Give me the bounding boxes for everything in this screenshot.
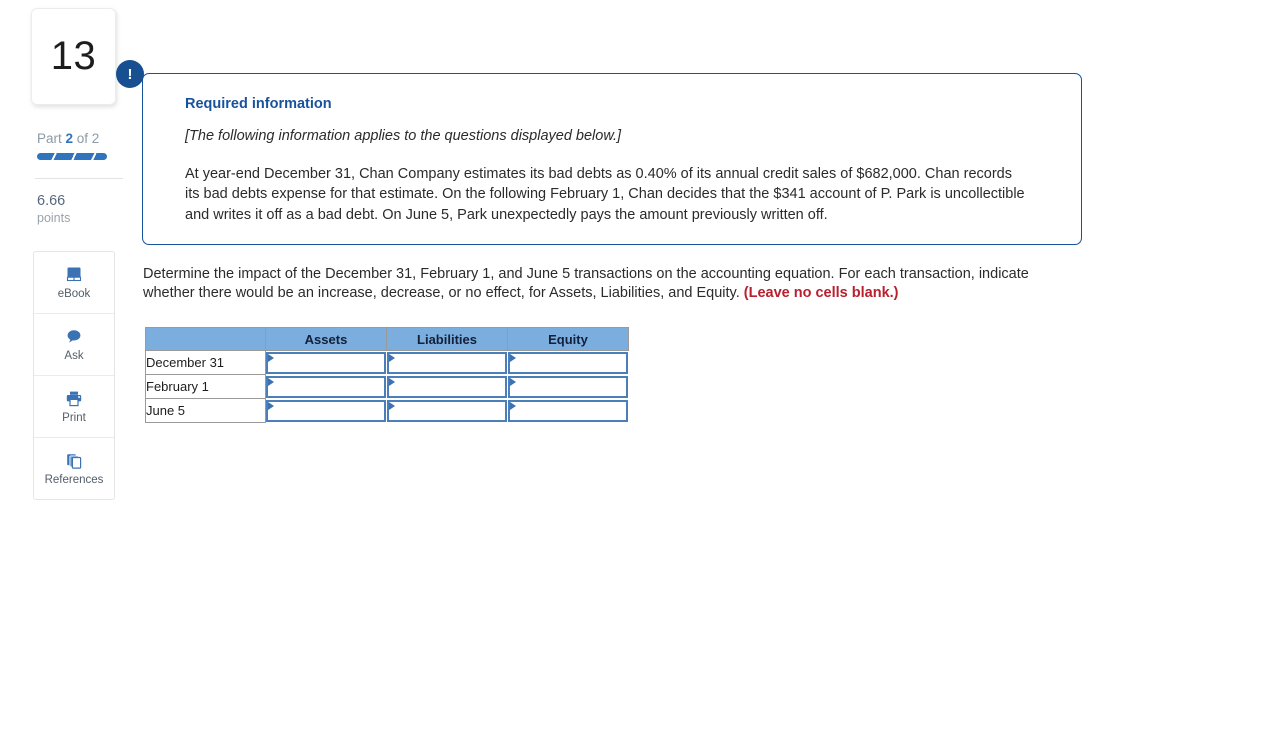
triangle-marker-icon bbox=[509, 353, 516, 362]
dropdown-cell[interactable] bbox=[507, 399, 628, 422]
question-number-card: 13 bbox=[31, 8, 116, 105]
required-information-note: [The following information applies to th… bbox=[185, 128, 622, 144]
points-value: 6.66 bbox=[37, 193, 66, 209]
required-information-box: ! Required information [The following in… bbox=[116, 60, 1082, 245]
required-information-title: Required information bbox=[185, 96, 332, 112]
part-current: 2 bbox=[65, 131, 74, 146]
triangle-marker-icon bbox=[509, 377, 516, 386]
dropdown-cell[interactable] bbox=[386, 375, 507, 398]
chat-bubble-icon bbox=[64, 327, 84, 347]
triangle-marker-icon bbox=[268, 353, 274, 362]
cell-february-1-equity[interactable] bbox=[507, 374, 629, 399]
triangle-marker-icon bbox=[509, 401, 516, 410]
printer-icon bbox=[64, 389, 84, 409]
triangle-marker-icon bbox=[268, 401, 274, 410]
dropdown-cell[interactable] bbox=[507, 375, 628, 398]
question-prompt-warning: (Leave no cells blank.) bbox=[743, 284, 899, 301]
table-header-equity: Equity bbox=[507, 327, 629, 351]
table-corner-header bbox=[145, 327, 266, 351]
row-label-december-31: December 31 bbox=[145, 350, 266, 375]
sidebar-divider bbox=[35, 178, 123, 179]
cell-december-31-liabilities[interactable] bbox=[386, 350, 508, 375]
exclamation-badge-icon: ! bbox=[116, 60, 144, 88]
cell-june-5-equity[interactable] bbox=[507, 398, 629, 423]
dropdown-cell[interactable] bbox=[266, 351, 386, 374]
required-information-body: At year-end December 31, Chan Company es… bbox=[185, 166, 1025, 223]
triangle-marker-icon bbox=[388, 401, 395, 410]
accounting-equation-table: Assets Liabilities Equity December 31 Fe… bbox=[145, 327, 629, 423]
dropdown-cell[interactable] bbox=[386, 351, 507, 374]
tool-references-label: References bbox=[44, 473, 104, 486]
question-number: 13 bbox=[50, 34, 97, 78]
cell-june-5-liabilities[interactable] bbox=[386, 398, 508, 423]
triangle-marker-icon bbox=[388, 377, 395, 386]
copy-pages-icon bbox=[64, 451, 84, 471]
tool-ask-label: Ask bbox=[64, 349, 84, 362]
table-header-row: Assets Liabilities Equity bbox=[145, 327, 629, 351]
part-indicator: Part 2 of 2 bbox=[31, 131, 116, 146]
row-label-june-5: June 5 bbox=[145, 398, 266, 423]
dropdown-cell[interactable] bbox=[507, 351, 628, 374]
table-row: February 1 bbox=[145, 374, 629, 399]
table-header-assets: Assets bbox=[265, 327, 387, 351]
cell-december-31-equity[interactable] bbox=[507, 350, 629, 375]
tool-ebook-label: eBook bbox=[57, 287, 91, 300]
tool-ask[interactable]: Ask bbox=[34, 314, 114, 376]
cell-december-31-assets[interactable] bbox=[265, 350, 387, 375]
table-header-liabilities: Liabilities bbox=[386, 327, 508, 351]
table-row: December 31 bbox=[145, 350, 629, 375]
dropdown-cell[interactable] bbox=[386, 399, 507, 422]
tool-print-label: Print bbox=[62, 411, 86, 424]
dropdown-cell[interactable] bbox=[266, 399, 386, 422]
points-label: points bbox=[37, 210, 71, 225]
question-sidebar: 13 Part 2 of 2 6.66 points eBook Ask Pri… bbox=[31, 8, 123, 500]
part-prefix: Part bbox=[37, 131, 66, 146]
question-prompt: Determine the impact of the December 31,… bbox=[143, 265, 1048, 302]
cell-february-1-assets[interactable] bbox=[265, 374, 387, 399]
tool-print[interactable]: Print bbox=[34, 376, 114, 438]
tool-references[interactable]: References bbox=[34, 438, 114, 499]
cell-june-5-assets[interactable] bbox=[265, 398, 387, 423]
part-progress-bar bbox=[37, 153, 107, 160]
table-row: June 5 bbox=[145, 398, 629, 423]
triangle-marker-icon bbox=[268, 377, 274, 386]
book-icon bbox=[64, 265, 84, 285]
tool-panel: eBook Ask Print References bbox=[33, 250, 115, 500]
part-suffix: of 2 bbox=[73, 131, 100, 146]
cell-february-1-liabilities[interactable] bbox=[386, 374, 508, 399]
dropdown-cell[interactable] bbox=[266, 375, 386, 398]
row-label-february-1: February 1 bbox=[145, 374, 266, 399]
tool-ebook[interactable]: eBook bbox=[34, 252, 114, 314]
triangle-marker-icon bbox=[388, 353, 395, 362]
